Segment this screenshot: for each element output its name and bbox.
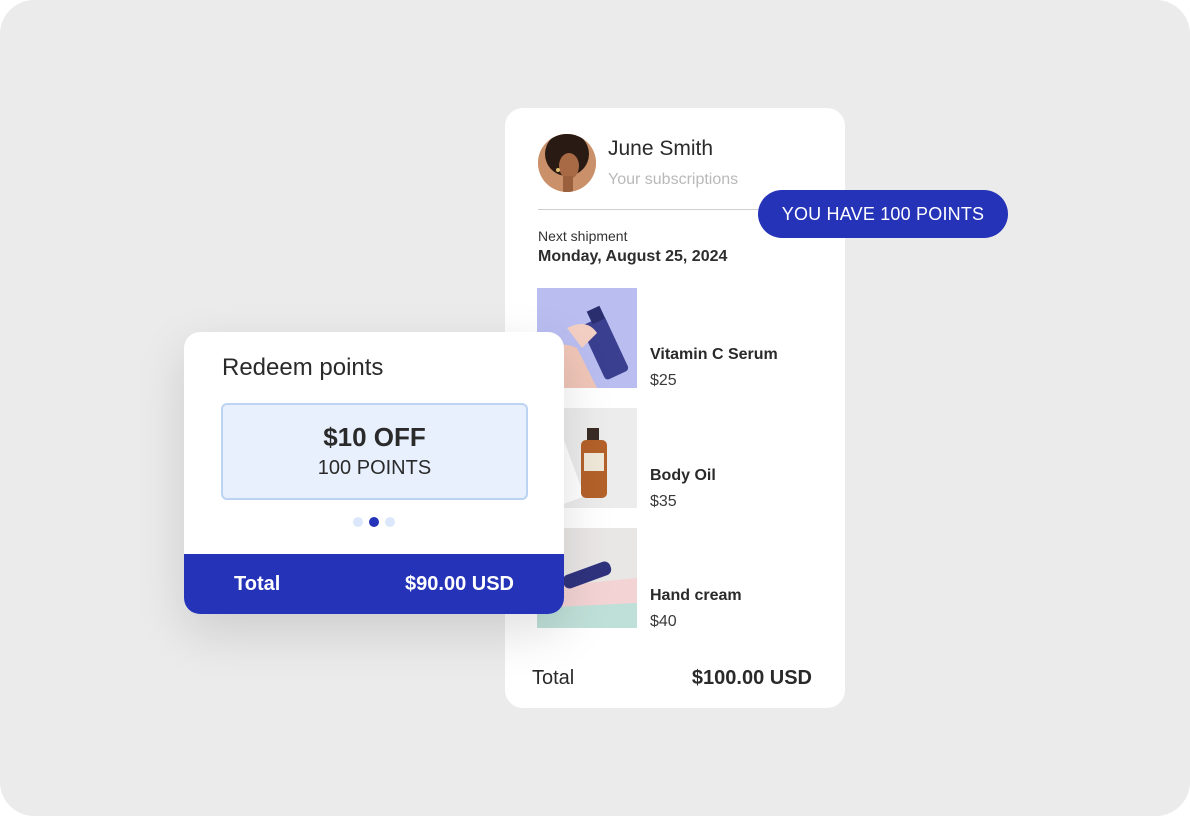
carousel-dot[interactable] — [353, 517, 363, 527]
subscription-total-value: $100.00 USD — [691, 667, 812, 689]
subscriptions-link[interactable]: Your subscriptions — [608, 171, 738, 189]
avatar — [538, 134, 596, 192]
redeem-offer-option[interactable]: $10 OFF 100 POINTS — [221, 403, 528, 500]
background-canvas: June Smith Your subscriptions Next shipm… — [0, 0, 1190, 816]
product-name: Body Oil — [650, 467, 716, 484]
carousel-pagination — [353, 517, 395, 527]
next-shipment-label: Next shipment — [538, 228, 628, 244]
redeem-points-card: Redeem points $10 OFF 100 POINTS Total $… — [184, 332, 564, 614]
offer-amount: $10 OFF — [323, 422, 426, 452]
redeem-total-value: $90.00 USD — [405, 573, 514, 595]
subscription-total-label: Total — [532, 667, 575, 689]
divider — [538, 209, 778, 210]
redeem-total-label: Total — [234, 573, 281, 595]
product-name: Hand cream — [650, 587, 742, 604]
carousel-dot[interactable] — [385, 517, 395, 527]
user-name: June Smith — [608, 137, 714, 160]
redeem-total-bar: Total $90.00 USD — [184, 554, 564, 614]
product-name: Vitamin C Serum — [650, 346, 778, 363]
points-badge: YOU HAVE 100 POINTS — [758, 190, 1008, 238]
product-price: $40 — [650, 613, 677, 630]
product-price: $35 — [650, 493, 677, 510]
offer-points-cost: 100 POINTS — [317, 457, 432, 479]
product-price: $25 — [650, 372, 677, 389]
redeem-title: Redeem points — [222, 354, 384, 381]
carousel-dot-active[interactable] — [369, 517, 379, 527]
next-shipment-date: Monday, August 25, 2024 — [538, 248, 728, 265]
